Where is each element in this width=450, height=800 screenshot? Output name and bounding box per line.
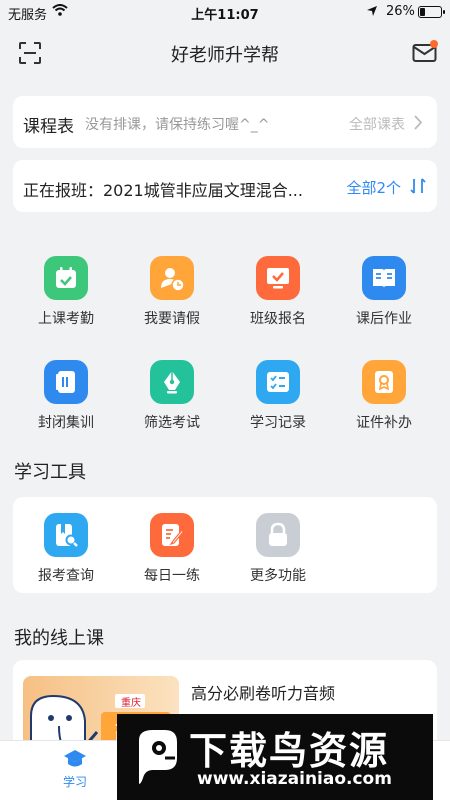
- enrollment-card[interactable]: 正在报班：2021城管非应届文理混合... 全部2个: [13, 160, 437, 212]
- grid-item-homework[interactable]: 课后作业: [331, 256, 437, 328]
- status-bar: 无服务 上午11:07 26%: [0, 0, 450, 24]
- grid-item-label: 上课考勤: [38, 311, 94, 327]
- battery-icon: [418, 6, 445, 18]
- schedule-label: 课程表: [23, 117, 74, 137]
- checklist-icon: [256, 360, 300, 404]
- status-time: 上午11:07: [191, 8, 259, 23]
- grid-item-attendance[interactable]: 上课考勤: [13, 256, 119, 328]
- grid-item-leave[interactable]: 我要请假: [119, 256, 225, 328]
- badge-icon: [362, 360, 406, 404]
- pen-nib-icon: [150, 360, 194, 404]
- grid-item-label: 封闭集训: [38, 415, 94, 431]
- battery-fill: [420, 8, 426, 16]
- tool-item-more[interactable]: 更多功能: [225, 513, 331, 585]
- tab-study-label: 学习: [62, 775, 87, 789]
- schedule-hint: 没有排课，请保持练习喔^_^: [85, 117, 270, 133]
- section-title-tools: 学习工具: [14, 462, 86, 483]
- location-arrow-icon: [367, 6, 377, 16]
- nav-bar: 好老师升学帮: [0, 24, 450, 80]
- grid-item-label: 证件补办: [356, 415, 412, 431]
- page-title: 好老师升学帮: [171, 45, 279, 66]
- notification-dot: [430, 40, 438, 48]
- tool-item-daily-practice[interactable]: 每日一练: [119, 513, 225, 585]
- chevron-right-icon: [414, 115, 423, 130]
- monitor-check-icon: [256, 256, 300, 300]
- grid-item-label: 学习记录: [250, 415, 306, 431]
- all-schedule-link[interactable]: 全部课表: [349, 114, 405, 134]
- tool-item-exam-query[interactable]: 报考查询: [13, 513, 119, 585]
- graduation-cap-icon: [64, 750, 86, 767]
- edit-doc-icon: [150, 513, 194, 557]
- grid-item-certificate[interactable]: 证件补办: [331, 360, 437, 432]
- schedule-card[interactable]: 课程表 没有排课，请保持练习喔^_^ 全部课表: [13, 96, 437, 148]
- person-clock-icon: [150, 256, 194, 300]
- bird-logo-icon: [139, 730, 177, 784]
- lock-icon: [256, 513, 300, 557]
- watermark-url: www.xiazainiao.com: [197, 769, 392, 789]
- tab-study[interactable]: 学习: [50, 749, 100, 790]
- course-title: 高分必刷卷听力音频: [191, 684, 336, 703]
- grid-item-screening-exam[interactable]: 筛选考试: [119, 360, 225, 432]
- search-doc-icon: [44, 513, 88, 557]
- grid-item-label: 我要请假: [144, 311, 200, 327]
- grid-item-label: 课后作业: [356, 311, 412, 327]
- tools-card: 报考查询 每日一练 更多功能: [13, 497, 437, 593]
- grid-item-class-signup[interactable]: 班级报名: [225, 256, 331, 328]
- watermark-banner: 下载鸟资源 www.xiazainiao.com: [117, 714, 433, 800]
- watermark-title: 下载鸟资源: [189, 729, 390, 773]
- all-enrollment-link[interactable]: 全部2个: [346, 177, 401, 198]
- enrollment-text: 正在报班：2021城管非应届文理混合...: [23, 181, 303, 200]
- grid-item-label: 班级报名: [250, 311, 306, 327]
- calendar-check-icon: [44, 256, 88, 300]
- tool-item-label: 每日一练: [144, 568, 200, 584]
- thumb-tag: 重庆: [121, 698, 141, 709]
- switch-arrows-icon[interactable]: [409, 178, 427, 194]
- grid-item-label: 筛选考试: [144, 415, 200, 431]
- section-title-online: 我的线上课: [14, 628, 104, 649]
- feature-grid: 上课考勤 我要请假 班级报名 课后作业 封闭集训 筛选考试 学习记录 证件补办: [13, 250, 437, 450]
- grid-item-closed-training[interactable]: 封闭集训: [13, 360, 119, 432]
- tool-item-label: 报考查询: [38, 568, 94, 584]
- battery-percent: 26%: [386, 4, 415, 19]
- notebook-icon: [44, 360, 88, 404]
- book-icon: [362, 256, 406, 300]
- tool-item-label: 更多功能: [250, 568, 306, 584]
- grid-item-study-records[interactable]: 学习记录: [225, 360, 331, 432]
